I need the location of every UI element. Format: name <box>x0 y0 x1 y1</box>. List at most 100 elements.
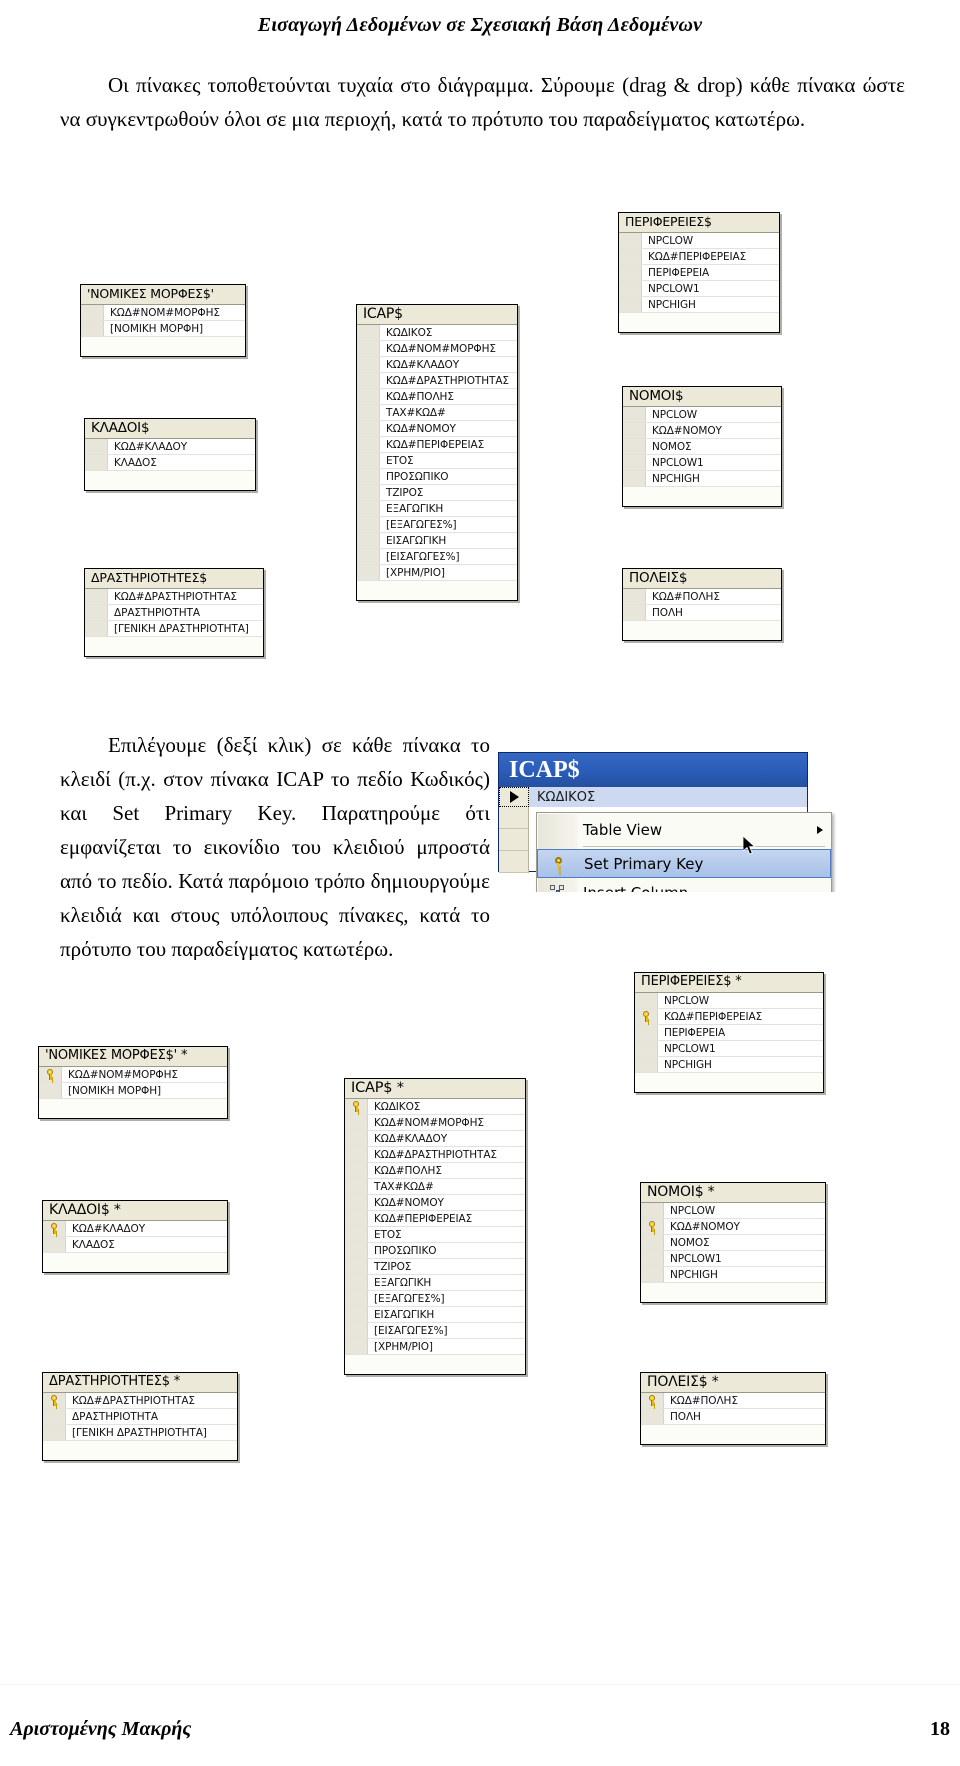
entity-field-row[interactable]: ΝΟΜΟΣ <box>623 439 781 455</box>
row-selector-gutter[interactable] <box>499 787 529 807</box>
entity-field-name: ΚΛΑΔΟΣ <box>72 1238 115 1251</box>
field-gutter <box>357 453 380 468</box>
entity-field-row[interactable]: ΚΩΔ#ΝΟΜ#ΜΟΡΦΗΣ <box>39 1067 227 1083</box>
entity-field-row[interactable]: ΤΖΙΡΟΣ <box>357 485 517 501</box>
entity-table-kladoi-2[interactable]: ΚΛΑΔΟΙ$ * ΚΩΔ#ΚΛΑΔΟΥ ΚΛΑΔΟΣ <box>42 1200 228 1273</box>
entity-table-icap[interactable]: ICAP$ ΚΩΔΙΚΟΣ ΚΩΔ#ΝΟΜ#ΜΟΡΦΗΣ ΚΩΔ#ΚΛΑΔΟΥ ΚΩΔ#… <box>356 304 518 601</box>
entity-field-row[interactable]: NPCHIGH <box>623 471 781 487</box>
entity-table-poleis[interactable]: ΠΟΛΕΙΣ$ ΚΩΔ#ΠΟΛΗΣ ΠΟΛΗ <box>622 568 782 641</box>
entity-field-row[interactable]: ΚΩΔ#ΠΟΛΗΣ <box>357 389 517 405</box>
entity-field-row[interactable]: ΚΩΔ#ΠΟΛΗΣ <box>623 589 781 605</box>
entity-field-row[interactable]: [ΕΞΑΓΩΓΕΣ%] <box>357 517 517 533</box>
entity-field-name: ΠΕΡΙΦΕΡΕΙΑ <box>664 1026 726 1039</box>
entity-field-row[interactable]: ΚΩΔ#ΝΟΜΟΥ <box>357 421 517 437</box>
entity-field-row[interactable]: ΕΙΣΑΓΩΓΙΚΗ <box>357 533 517 549</box>
entity-field-row[interactable]: ΠΟΛΗ <box>641 1409 825 1425</box>
entity-field-row[interactable]: ΚΩΔ#ΠΟΛΗΣ <box>345 1163 525 1179</box>
entity-table-nomoi[interactable]: ΝΟΜΟΙ$ NPCLOW ΚΩΔ#ΝΟΜΟΥ ΝΟΜΟΣ NPCLOW1 NPCHIGH <box>622 386 782 507</box>
entity-field-row[interactable]: ΚΩΔ#ΠΕΡΙΦΕΡΕΙΑΣ <box>357 437 517 453</box>
entity-field-row[interactable]: ΤΑΧ#ΚΩΔ# <box>357 405 517 421</box>
entity-field-row[interactable]: ΤΖΙΡΟΣ <box>345 1259 525 1275</box>
entity-table-nomikes-morfes[interactable]: 'ΝΟΜΙΚΕΣ ΜΟΡΦΕΣ$' ΚΩΔ#ΝΟΜ#ΜΟΡΦΗΣ [ΝΟΜΙΚΗ Μ… <box>80 284 246 357</box>
entity-field-row[interactable]: ΤΑΧ#ΚΩΔ# <box>345 1179 525 1195</box>
entity-field-row[interactable]: NPCLOW1 <box>623 455 781 471</box>
entity-field-row[interactable]: ΚΩΔ#ΠΕΡΙΦΕΡΕΙΑΣ <box>345 1211 525 1227</box>
entity-field-row[interactable]: ΚΩΔ#ΝΟΜ#ΜΟΡΦΗΣ <box>357 341 517 357</box>
entity-field-row[interactable]: [ΝΟΜΙΚΗ ΜΟΡΦΗ] <box>39 1083 227 1099</box>
entity-field-row[interactable]: [ΝΟΜΙΚΗ ΜΟΡΦΗ] <box>81 321 245 337</box>
entity-field-row[interactable]: ΚΩΔ#ΝΟΜΟΥ <box>641 1219 825 1235</box>
entity-table-icap-2[interactable]: ICAP$ * ΚΩΔΙΚΟΣ ΚΩΔ#ΝΟΜ#ΜΟΡΦΗΣ ΚΩΔ#ΚΛΑΔΟΥ ΚΩ… <box>344 1078 526 1375</box>
entity-field-row[interactable]: [ΧΡΗΜ/ΡΙΟ] <box>357 565 517 581</box>
entity-field-row[interactable]: NPCLOW1 <box>641 1251 825 1267</box>
gutter-cell <box>499 807 528 829</box>
entity-table-poleis-2[interactable]: ΠΟΛΕΙΣ$ * ΚΩΔ#ΠΟΛΗΣ ΠΟΛΗ <box>640 1372 826 1445</box>
entity-field-name: ΠΡΟΣΩΠΙΚΟ <box>374 1244 437 1257</box>
entity-field-row[interactable]: ΕΤΟΣ <box>357 453 517 469</box>
entity-field-row[interactable]: ΠΕΡΙΦΕΡΕΙΑ <box>619 265 779 281</box>
entity-field-row[interactable]: ΔΡΑΣΤΗΡΙΟΤΗΤΑ <box>43 1409 237 1425</box>
entity-field-row[interactable]: NPCLOW1 <box>635 1041 823 1057</box>
entity-table-perifereies-2[interactable]: ΠΕΡΙΦΕΡΕΙΕΣ$ * NPCLOW ΚΩΔ#ΠΕΡΙΦΕΡΕΙΑΣ ΠΕΡΙΦ… <box>634 972 824 1093</box>
entity-field-row[interactable]: NPCLOW <box>635 993 823 1009</box>
entity-field-row[interactable]: ΚΛΑΔΟΣ <box>85 455 255 471</box>
entity-field-row[interactable]: [ΕΙΣΑΓΩΓΕΣ%] <box>357 549 517 565</box>
entity-field-row[interactable]: NPCLOW <box>641 1203 825 1219</box>
entity-table-nomikes-morfes-2[interactable]: 'ΝΟΜΙΚΕΣ ΜΟΡΦΕΣ$' * ΚΩΔ#ΝΟΜ#ΜΟΡΦΗΣ [ΝΟΜΙΚΗ… <box>38 1046 228 1119</box>
entity-field-row[interactable]: ΠΕΡΙΦΕΡΕΙΑ <box>635 1025 823 1041</box>
insert-column-icon <box>537 885 577 892</box>
entity-field-row[interactable]: ΚΩΔΙΚΟΣ <box>345 1099 525 1115</box>
menu-item-insert-column[interactable]: Insert Column <box>537 878 831 892</box>
entity-field-row[interactable]: ΚΩΔ#ΠΕΡΙΦΕΡΕΙΑΣ <box>619 249 779 265</box>
menu-item-table-view[interactable]: Table View <box>537 815 831 844</box>
entity-table-drastiriotites[interactable]: ΔΡΑΣΤΗΡΙΟΤΗΤΕΣ$ ΚΩΔ#ΔΡΑΣΤΗΡΙΟΤΗΤΑΣ ΔΡΑΣΤΗΡ… <box>84 568 264 657</box>
entity-field-row[interactable]: ΠΟΛΗ <box>623 605 781 621</box>
entity-field-row[interactable]: ΔΡΑΣΤΗΡΙΟΤΗΤΑ <box>85 605 263 621</box>
entity-field-row[interactable]: ΕΤΟΣ <box>345 1227 525 1243</box>
entity-field-row[interactable]: NPCLOW <box>623 407 781 423</box>
key-icon <box>45 1069 56 1080</box>
entity-field-row[interactable]: ΚΛΑΔΟΣ <box>43 1237 227 1253</box>
entity-table-kladoi[interactable]: ΚΛΑΔΟΙ$ ΚΩΔ#ΚΛΑΔΟΥ ΚΛΑΔΟΣ <box>84 418 256 491</box>
entity-field-row[interactable]: [ΓΕΝΙΚΗ ΔΡΑΣΤΗΡΙΟΤΗΤΑ] <box>43 1425 237 1441</box>
entity-field-row[interactable]: ΚΩΔ#ΚΛΑΔΟΥ <box>357 357 517 373</box>
entity-field-row[interactable]: ΚΩΔ#ΝΟΜ#ΜΟΡΦΗΣ <box>81 305 245 321</box>
entity-field-row[interactable]: ΠΡΟΣΩΠΙΚΟ <box>357 469 517 485</box>
entity-field-row[interactable]: ΚΩΔ#ΚΛΑΔΟΥ <box>43 1221 227 1237</box>
entity-field-row[interactable]: ΕΞΑΓΩΓΙΚΗ <box>345 1275 525 1291</box>
entity-field-row[interactable]: NPCHIGH <box>635 1057 823 1073</box>
entity-table-drastiriotites-2[interactable]: ΔΡΑΣΤΗΡΙΟΤΗΤΕΣ$ * ΚΩΔ#ΔΡΑΣΤΗΡΙΟΤΗΤΑΣ ΔΡΑΣΤ… <box>42 1372 238 1461</box>
entity-field-row[interactable]: NPCHIGH <box>619 297 779 313</box>
entity-table-nomoi-2[interactable]: ΝΟΜΟΙ$ * NPCLOW ΚΩΔ#ΝΟΜΟΥ ΝΟΜΟΣ NPCLOW1 NPCHI… <box>640 1182 826 1303</box>
entity-field-row[interactable]: ΚΩΔ#ΔΡΑΣΤΗΡΙΟΤΗΤΑΣ <box>43 1393 237 1409</box>
entity-field-name: ΚΩΔ#ΝΟΜΟΥ <box>670 1220 740 1233</box>
entity-field-row[interactable]: NPCHIGH <box>641 1267 825 1283</box>
entity-field-row[interactable]: ΚΩΔ#ΚΛΑΔΟΥ <box>85 439 255 455</box>
entity-field-row[interactable]: ΚΩΔ#ΝΟΜ#ΜΟΡΦΗΣ <box>345 1115 525 1131</box>
entity-field-row[interactable]: ΚΩΔ#ΠΕΡΙΦΕΡΕΙΑΣ <box>635 1009 823 1025</box>
entity-field-row[interactable]: ΚΩΔ#ΔΡΑΣΤΗΡΙΟΤΗΤΑΣ <box>345 1147 525 1163</box>
entity-field-row[interactable]: ΚΩΔ#ΔΡΑΣΤΗΡΙΟΤΗΤΑΣ <box>357 373 517 389</box>
entity-field-row[interactable]: NPCLOW <box>619 233 779 249</box>
entity-field-row[interactable]: ΝΟΜΟΣ <box>641 1235 825 1251</box>
key-icon <box>647 1221 658 1232</box>
entity-field-name: [ΓΕΝΙΚΗ ΔΡΑΣΤΗΡΙΟΤΗΤΑ] <box>72 1426 207 1439</box>
entity-field-row[interactable]: ΚΩΔΙΚΟΣ <box>357 325 517 341</box>
entity-field-row[interactable]: [ΕΙΣΑΓΩΓΕΣ%] <box>345 1323 525 1339</box>
entity-table-perifereies[interactable]: ΠΕΡΙΦΕΡΕΙΕΣ$ NPCLOW ΚΩΔ#ΠΕΡΙΦΕΡΕΙΑΣ ΠΕΡΙΦΕΡ… <box>618 212 780 333</box>
entity-field-row[interactable]: ΚΩΔ#ΠΟΛΗΣ <box>641 1393 825 1409</box>
entity-field-row[interactable]: ΕΞΑΓΩΓΙΚΗ <box>357 501 517 517</box>
entity-field-row[interactable]: ΕΙΣΑΓΩΓΙΚΗ <box>345 1307 525 1323</box>
icap-selected-field-row[interactable]: ΚΩΔΙΚΟΣ <box>499 787 807 808</box>
entity-field-row[interactable]: [ΧΡΗΜ/ΡΙΟ] <box>345 1339 525 1355</box>
entity-field-row[interactable]: ΚΩΔ#ΚΛΑΔΟΥ <box>345 1131 525 1147</box>
entity-field-row[interactable]: [ΕΞΑΓΩΓΕΣ%] <box>345 1291 525 1307</box>
entity-field-row[interactable]: NPCLOW1 <box>619 281 779 297</box>
entity-field-row[interactable]: [ΓΕΝΙΚΗ ΔΡΑΣΤΗΡΙΟΤΗΤΑ] <box>85 621 263 637</box>
entity-field-row[interactable]: ΚΩΔ#ΝΟΜΟΥ <box>345 1195 525 1211</box>
menu-item-set-primary-key[interactable]: Set Primary Key <box>537 849 831 878</box>
entity-field-row[interactable]: ΚΩΔ#ΔΡΑΣΤΗΡΙΟΤΗΤΑΣ <box>85 589 263 605</box>
entity-field-row[interactable]: ΚΩΔ#ΝΟΜΟΥ <box>623 423 781 439</box>
entity-field-row[interactable]: ΠΡΟΣΩΠΙΚΟ <box>345 1243 525 1259</box>
entity-table-padding <box>619 313 779 323</box>
